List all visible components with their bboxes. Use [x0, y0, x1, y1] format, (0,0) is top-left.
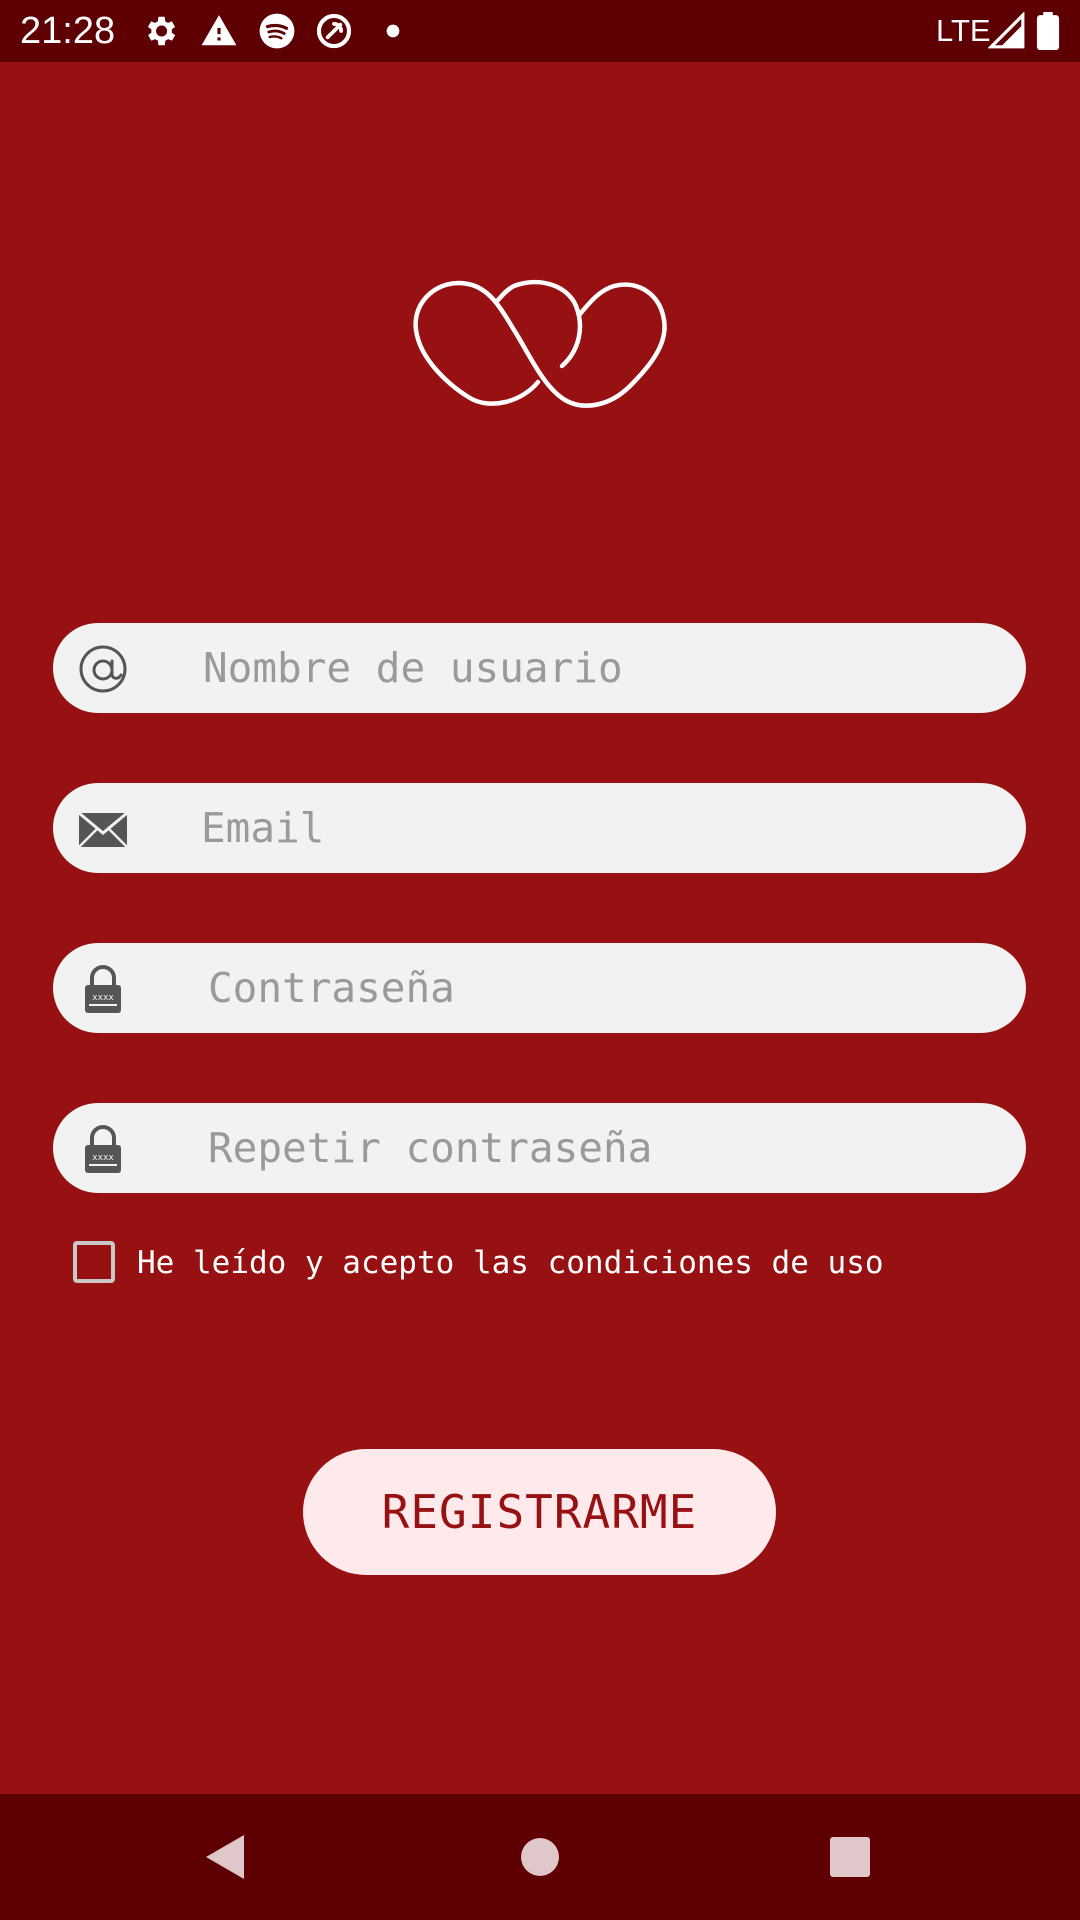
- at-icon: [79, 645, 127, 693]
- username-input[interactable]: [153, 623, 1003, 713]
- username-field[interactable]: [53, 623, 1026, 713]
- navigation-bar: [0, 1794, 1080, 1920]
- lock-icon: xxxx: [85, 965, 121, 1013]
- terms-label[interactable]: He leído y acepto las condiciones de uso: [137, 1240, 884, 1286]
- sync-icon: [316, 13, 352, 49]
- warning-icon: [201, 15, 237, 46]
- notification-dot-icon: [386, 24, 400, 38]
- spotify-icon: [259, 13, 295, 49]
- repeat-password-field[interactable]: xxxx: [53, 1103, 1026, 1193]
- repeat-password-input[interactable]: [158, 1103, 1008, 1193]
- email-field[interactable]: [53, 783, 1026, 873]
- home-icon[interactable]: [510, 1827, 570, 1887]
- password-field[interactable]: xxxx: [53, 943, 1026, 1033]
- register-button[interactable]: REGISTRARME: [303, 1449, 776, 1575]
- double-heart-logo: [413, 279, 667, 408]
- network-type: LTE: [936, 13, 991, 48]
- password-input[interactable]: [158, 943, 1008, 1033]
- status-time: 21:28: [20, 10, 116, 52]
- signal-icon: [988, 12, 1025, 49]
- lock-icon: xxxx: [85, 1125, 121, 1173]
- register-screen: 21:28 LTE Nombre de usuario Email xxxx x…: [0, 0, 1080, 1920]
- terms-checkbox[interactable]: [73, 1241, 115, 1283]
- settings-icon: [147, 16, 176, 46]
- battery-icon: [1036, 12, 1060, 50]
- status-bar: 21:28 LTE: [0, 0, 1080, 62]
- envelope-icon: [78, 811, 128, 848]
- svg-text:xxxx: xxxx: [92, 1153, 114, 1163]
- svg-text:xxxx: xxxx: [92, 993, 114, 1003]
- email-input[interactable]: [151, 783, 1001, 873]
- back-icon[interactable]: [196, 1827, 256, 1887]
- recents-icon[interactable]: [820, 1827, 880, 1887]
